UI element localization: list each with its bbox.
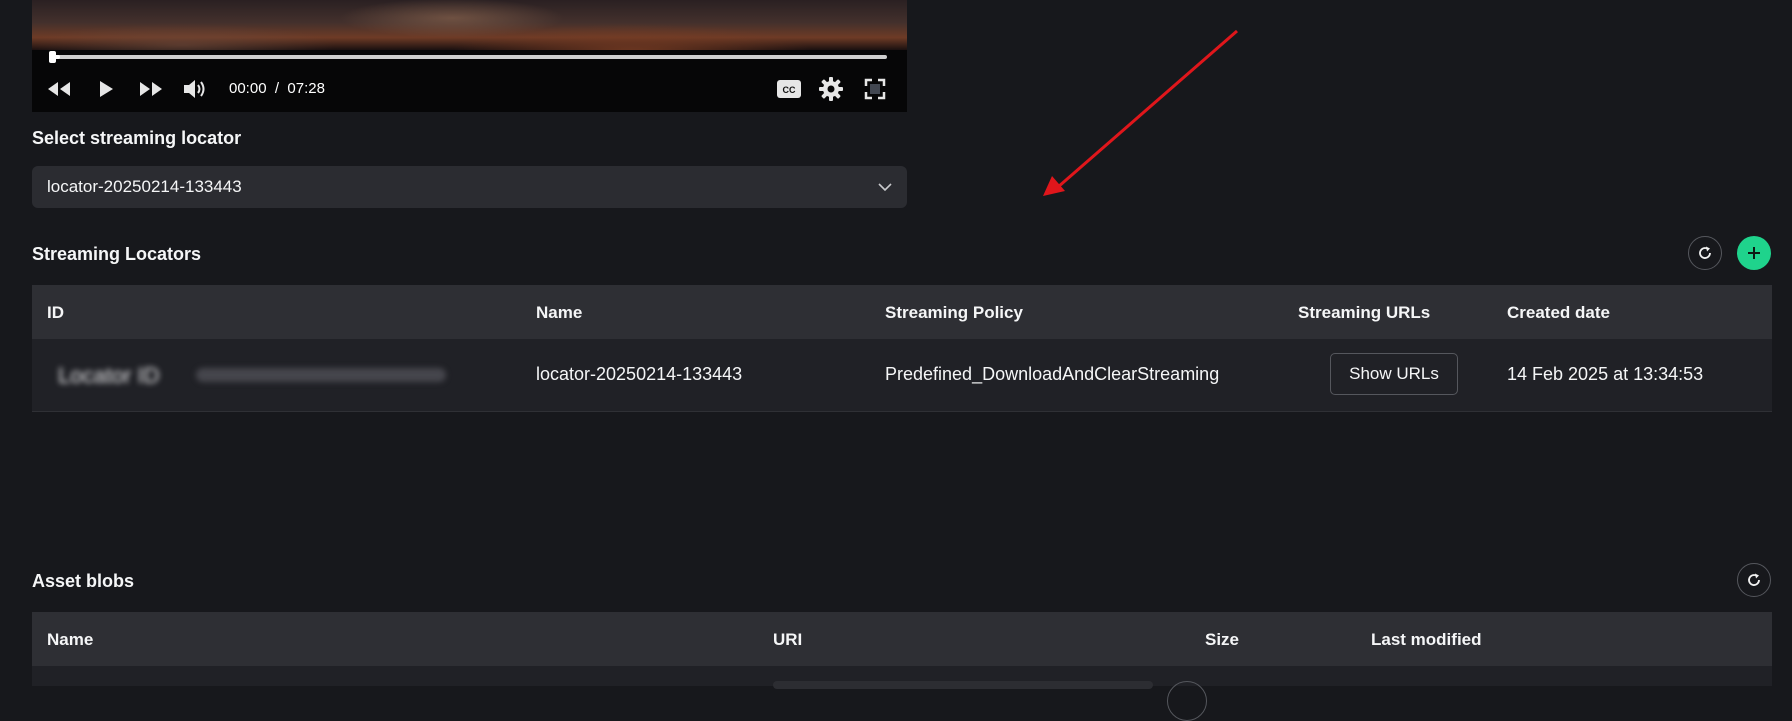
asset-blobs-title: Asset blobs bbox=[32, 571, 135, 591]
plus-icon bbox=[1748, 247, 1760, 259]
refresh-icon bbox=[1748, 573, 1760, 586]
time-display: 00:00 / 07:28 bbox=[229, 80, 325, 97]
column-header-last-modified[interactable]: Last modified bbox=[1371, 630, 1482, 650]
svg-text:CC: CC bbox=[783, 85, 796, 95]
table-row[interactable] bbox=[32, 666, 1772, 721]
column-header-streaming-urls[interactable]: Streaming URLs bbox=[1298, 303, 1430, 323]
copy-uri-button[interactable] bbox=[1167, 681, 1207, 721]
column-header-name[interactable]: Name bbox=[536, 303, 582, 323]
blob-uri-field bbox=[773, 681, 1153, 689]
refresh-icon bbox=[1699, 246, 1711, 259]
fast-forward-icon[interactable] bbox=[136, 76, 166, 102]
settings-gear-icon[interactable] bbox=[817, 76, 845, 102]
seek-bar[interactable] bbox=[52, 55, 887, 59]
locator-id-cell: Locator ID bbox=[46, 359, 456, 391]
show-urls-button[interactable]: Show URLs bbox=[1330, 353, 1458, 395]
refresh-locators-button[interactable] bbox=[1688, 236, 1722, 270]
column-header-uri[interactable]: URI bbox=[773, 630, 802, 650]
locator-select[interactable]: locator-20250214-133443 bbox=[32, 166, 907, 208]
refresh-blobs-button[interactable] bbox=[1737, 563, 1771, 597]
video-frame[interactable] bbox=[32, 0, 907, 50]
locator-created-date: 14 Feb 2025 at 13:34:53 bbox=[1507, 364, 1704, 384]
chevron-down-icon bbox=[877, 179, 893, 200]
blobs-table-header: Name URI Size Last modified bbox=[32, 612, 1772, 666]
locator-name: locator-20250214-133443 bbox=[536, 364, 743, 384]
locator-select-value: locator-20250214-133443 bbox=[47, 177, 242, 196]
fullscreen-icon[interactable] bbox=[861, 76, 889, 102]
current-time: 00:00 bbox=[229, 80, 267, 97]
play-icon[interactable] bbox=[94, 76, 118, 102]
video-player[interactable]: 00:00 / 07:28 CC bbox=[32, 0, 907, 112]
captions-icon[interactable]: CC bbox=[775, 76, 803, 102]
column-header-streaming-policy[interactable]: Streaming Policy bbox=[885, 303, 1023, 323]
locator-id: Locator ID bbox=[58, 363, 160, 388]
locators-table-header: ID Name Streaming Policy Streaming URLs … bbox=[32, 285, 1772, 339]
streaming-locators-title: Streaming Locators bbox=[32, 244, 202, 264]
select-locator-label: Select streaming locator bbox=[32, 128, 242, 148]
column-header-name[interactable]: Name bbox=[47, 630, 93, 650]
rewind-icon[interactable] bbox=[44, 76, 74, 102]
seek-handle[interactable] bbox=[49, 51, 56, 63]
redacted-id-blur bbox=[196, 368, 446, 382]
locator-streaming-policy: Predefined_DownloadAndClearStreaming bbox=[885, 364, 1220, 384]
volume-icon[interactable] bbox=[180, 76, 210, 102]
add-locator-button[interactable] bbox=[1737, 236, 1771, 270]
table-row[interactable]: Locator ID locator-20250214-133443 Prede… bbox=[32, 339, 1772, 412]
column-header-created-date[interactable]: Created date bbox=[1507, 303, 1610, 323]
column-header-id[interactable]: ID bbox=[47, 303, 64, 323]
duration: 07:28 bbox=[287, 80, 325, 97]
column-header-size[interactable]: Size bbox=[1205, 630, 1239, 650]
